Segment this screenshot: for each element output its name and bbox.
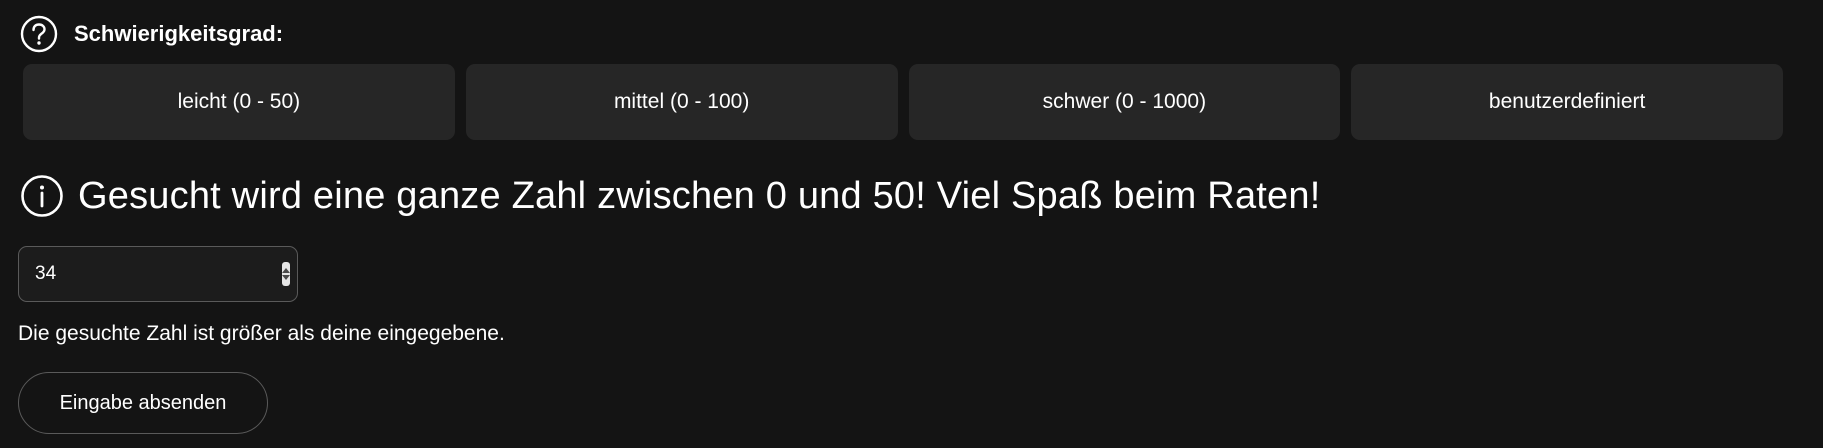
info-text: Gesucht wird eine ganze Zahl zwischen 0 … [78,174,1321,217]
difficulty-medium-button[interactable]: mittel (0 - 100) [465,64,898,140]
spinner-up-icon[interactable] [282,268,290,273]
difficulty-options: leicht (0 - 50) mittel (0 - 100) schwer … [23,64,1783,140]
submit-guess-button[interactable]: Eingabe absenden [18,372,268,434]
difficulty-label: Schwierigkeitsgrad: [74,21,284,46]
difficulty-easy-button[interactable]: leicht (0 - 50) [23,64,455,140]
guess-number-input[interactable] [19,246,282,302]
spinner-down-icon[interactable] [282,275,290,280]
info-circle-icon [20,174,64,218]
number-spinner[interactable] [282,262,290,286]
difficulty-hard-button[interactable]: schwer (0 - 1000) [908,64,1341,140]
feedback-message: Die gesuchte Zahl ist größer als deine e… [18,322,505,345]
info-heading: Gesucht wird eine ganze Zahl zwischen 0 … [20,171,1320,221]
difficulty-custom-button[interactable]: benutzerdefiniert [1351,64,1783,140]
difficulty-header: Schwierigkeitsgrad: [20,12,283,56]
question-circle-icon [20,15,58,53]
guessing-game-page: Schwierigkeitsgrad: leicht (0 - 50) mitt… [0,0,1823,448]
guess-input-box [18,246,298,302]
